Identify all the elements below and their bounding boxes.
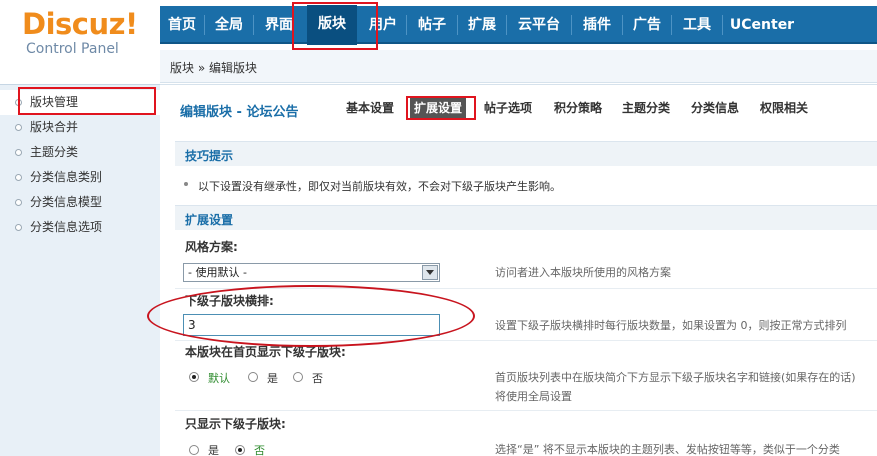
radio-only-sub-yes[interactable] [189,445,199,455]
radio-label: 否 [312,372,323,385]
tips-title: 技巧提示 [185,149,234,163]
sidebar-item-label: 分类信息类别 [30,170,103,184]
bullet-icon [15,149,22,156]
sub-cols-desc: 设置下级子版块横排时每行版块数量，如果设置为 0，则按正常方式排列 [495,319,847,332]
only-sub-label: 只显示下级子版块: [185,417,286,431]
bullet-icon [184,182,188,186]
ext-settings-header: 扩展设置 [175,205,877,230]
tab-basic[interactable]: 基本设置 [342,97,398,119]
radio-label: 否 [254,444,265,456]
radio-show-sub-default[interactable] [189,372,199,382]
sidebar-item-sort-model[interactable]: 分类信息模型 [0,190,160,215]
bullet-icon [15,199,22,206]
logo-sub: Control Panel [26,41,119,57]
sidebar-item-label: 主题分类 [30,145,79,159]
tab-permissions[interactable]: 权限相关 [756,97,812,119]
sidebar-item-label: 分类信息模型 [30,195,103,209]
sidebar-item-sort-category[interactable]: 分类信息类别 [0,165,160,190]
nav-home[interactable]: 首页 [160,6,204,44]
radio-only-sub-no[interactable] [235,445,245,455]
style-select-value: - 使用默认 - [188,266,247,279]
breadcrumb: 版块 » 编辑版块 [170,61,257,75]
sidebar-item-forum-merge[interactable]: 版块合并 [0,115,160,140]
tab-sort-info[interactable]: 分类信息 [687,97,743,119]
annotation-box-nav [292,2,378,50]
only-sub-desc: 选择“是” 将不显示本版块的主题列表、发帖按钮等等，类似于一个分类 [495,443,840,456]
annotation-box-sidebar [18,87,156,115]
style-desc: 访问者进入本版块所使用的风格方案 [495,266,671,279]
annotation-ellipse-field [147,285,475,347]
main-content: 编辑版块 - 论坛公告 基本设置 扩展设置 帖子选项 积分策略 主题分类 分类信… [160,84,877,456]
sidebar-item-sort-options[interactable]: 分类信息选项 [0,215,160,240]
top-nav: 首页 全局 界面 版块 用户 帖子 扩展 云平台 插件 广告 工具 UCente… [160,5,877,45]
chevron-down-icon[interactable] [422,265,438,280]
bullet-icon [15,174,22,181]
bullet-icon [15,224,22,231]
tab-post-options[interactable]: 帖子选项 [480,97,536,119]
radio-label: 是 [208,444,219,456]
bullet-icon [15,124,22,131]
radio-show-sub-no[interactable] [293,372,303,382]
nav-ucenter[interactable]: UCenter [723,6,801,44]
tab-credits[interactable]: 积分策略 [550,97,606,119]
tab-thread-types[interactable]: 主题分类 [618,97,674,119]
tips-header: 技巧提示 [175,141,877,166]
sidebar-item-label: 分类信息选项 [30,220,103,234]
tip-text: 以下设置没有继承性，即仅对当前版块有效，不会对下级子版块产生影响。 [198,180,561,193]
sidebar-item-thread-types[interactable]: 主题分类 [0,140,160,165]
sidebar: 版块管理 版块合并 主题分类 分类信息类别 分类信息模型 分类信息选项 [0,84,160,456]
nav-cloud[interactable]: 云平台 [507,6,571,44]
nav-global[interactable]: 全局 [205,6,253,44]
nav-plugins[interactable]: 插件 [572,6,622,44]
annotation-box-tab [406,96,476,120]
style-select[interactable]: - 使用默认 - [183,263,440,282]
logo-main: Discuz! [22,7,138,41]
page-title: 编辑版块 - 论坛公告 [180,105,299,120]
breadcrumb-bar: 版块 » 编辑版块 [160,50,877,83]
header: Discuz! Control Panel 首页 全局 界面 版块 用户 帖子 … [0,0,877,84]
nav-extend[interactable]: 扩展 [458,6,506,44]
nav-posts[interactable]: 帖子 [407,6,457,44]
sidebar-item-label: 版块合并 [30,120,79,134]
style-label: 风格方案: [185,240,238,254]
radio-label: 默认 [208,372,230,385]
ext-settings-title: 扩展设置 [185,213,234,227]
nav-ads[interactable]: 广告 [623,6,671,44]
radio-label: 是 [267,372,278,385]
row-divider [175,410,877,411]
show-sub-desc-2: 将使用全局设置 [495,390,572,403]
radio-show-sub-yes[interactable] [248,372,258,382]
nav-tools[interactable]: 工具 [672,6,722,44]
logo[interactable]: Discuz! Control Panel [22,8,152,58]
show-sub-desc: 首页版块列表中在版块简介下方显示下级子版块名字和链接(如果存在的话) [495,371,856,384]
